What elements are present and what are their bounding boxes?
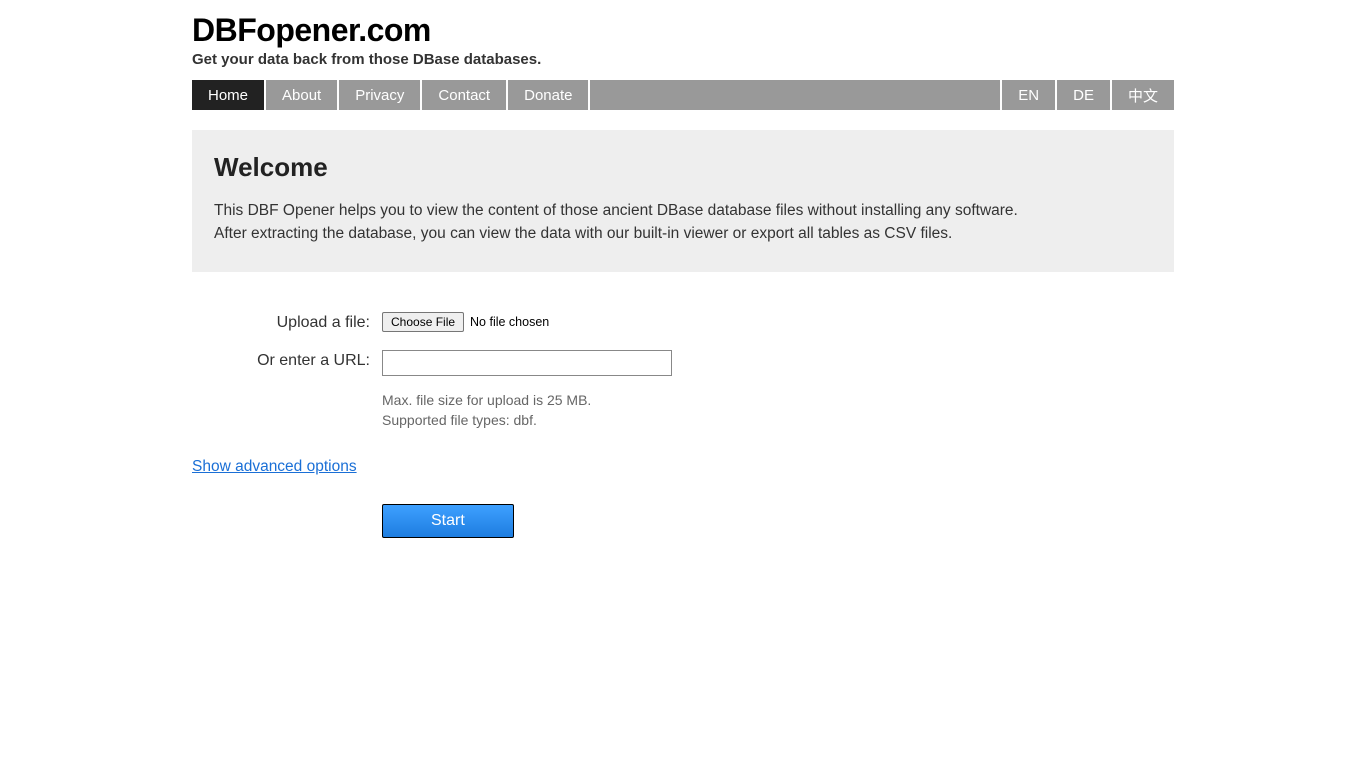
upload-label: Upload a file: [192, 312, 382, 332]
tagline: Get your data back from those DBase data… [192, 51, 1174, 68]
hint-file-types: Supported file types: dbf. [382, 410, 1174, 430]
url-input[interactable] [382, 350, 672, 376]
nav-about[interactable]: About [266, 80, 339, 110]
upload-form: Upload a file: Choose File No file chose… [192, 312, 1174, 539]
lang-en[interactable]: EN [1000, 80, 1055, 110]
nav-donate[interactable]: Donate [508, 80, 590, 110]
nav-home[interactable]: Home [192, 80, 266, 110]
url-label: Or enter a URL: [192, 350, 382, 370]
welcome-line1: This DBF Opener helps you to view the co… [214, 202, 1018, 219]
welcome-line2: After extracting the database, you can v… [214, 225, 952, 242]
nav-contact[interactable]: Contact [422, 80, 508, 110]
welcome-heading: Welcome [214, 152, 1152, 183]
welcome-panel: Welcome This DBF Opener helps you to vie… [192, 130, 1174, 272]
lang-zh[interactable]: 中文 [1110, 80, 1174, 110]
navbar: Home About Privacy Contact Donate EN DE … [192, 80, 1174, 110]
show-advanced-options-link[interactable]: Show advanced options [192, 458, 357, 476]
lang-de[interactable]: DE [1055, 80, 1110, 110]
start-button[interactable]: Start [382, 504, 514, 538]
choose-file-button[interactable]: Choose File [382, 312, 464, 332]
nav-privacy[interactable]: Privacy [339, 80, 422, 110]
file-status-text: No file chosen [470, 315, 549, 329]
site-title: DBFopener.com [192, 12, 1174, 49]
hint-max-size: Max. file size for upload is 25 MB. [382, 390, 1174, 410]
